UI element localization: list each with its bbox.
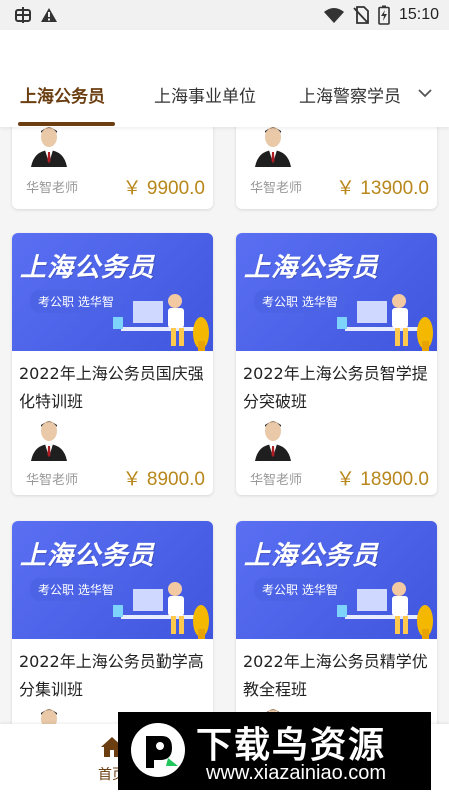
banner-slogan: 考公职 选华智 (254, 578, 346, 601)
course-banner: 上海公务员 考公职 选华智 (12, 521, 213, 639)
course-banner: 上海公务员 考公职 选华智 (236, 233, 437, 351)
course-card[interactable]: 华智老师 ￥ 13900.0 (236, 127, 437, 209)
app-bug-icon (15, 7, 31, 23)
course-price: ￥ 8900.0 (122, 469, 205, 490)
course-card[interactable]: 华智老师 ￥ 9900.0 (12, 127, 213, 209)
teacher-name: 华智老师 (26, 473, 79, 488)
teacher-avatar (255, 421, 291, 461)
header: 上海公务员 上海事业单位 上海警察学员 (0, 30, 449, 127)
banner-slogan: 考公职 选华智 (30, 290, 122, 313)
category-tabs: 上海公务员 上海事业单位 上海警察学员 (0, 82, 449, 112)
tab-shanghai-police-cadet[interactable]: 上海警察学员 (299, 82, 401, 107)
sim-off-icon (353, 6, 369, 24)
teacher-avatar (31, 421, 67, 461)
course-price: ￥ 13900.0 (336, 178, 429, 199)
battery-charging-icon (378, 5, 390, 25)
course-title: 2022年上海公务员勤学高分集训班 (19, 652, 204, 699)
wifi-icon (323, 8, 344, 23)
course-banner: 上海公务员 考公职 选华智 (236, 521, 437, 639)
warning-icon (41, 8, 57, 22)
teacher-name: 华智老师 (250, 181, 303, 196)
course-banner: 上海公务员 考公职 选华智 (12, 233, 213, 351)
teacher-avatar (31, 127, 67, 167)
office-illustration (337, 294, 433, 351)
office-illustration (113, 294, 209, 351)
status-time: 15:10 (398, 6, 439, 23)
watermark-url: www.xiazainiao.com (206, 762, 387, 784)
status-bar: 15:10 (0, 0, 449, 30)
bird-logo-icon (131, 723, 185, 777)
course-title: 2022年上海公务员国庆强化特训班 (19, 364, 204, 411)
tab-shanghai-civil-servant[interactable]: 上海公务员 (20, 82, 105, 107)
chevron-down-icon[interactable] (417, 85, 433, 101)
watermark-overlay: 下载鸟资源 www.xiazainiao.com (118, 712, 431, 790)
course-title: 2022年上海公务员智学提分突破班 (243, 364, 428, 411)
banner-slogan: 考公职 选华智 (30, 578, 122, 601)
course-card[interactable]: 上海公务员 考公职 选华智 2022年上海公务员国庆强化特训班 华智老师 ￥ 8… (12, 233, 213, 495)
course-card[interactable]: 上海公务员 考公职 选华智 2022年上海公务员智学提分突破班 华智老师 ￥ 1… (236, 233, 437, 495)
teacher-name: 华智老师 (26, 181, 79, 196)
office-illustration (113, 582, 209, 639)
office-illustration (337, 582, 433, 639)
course-title: 2022年上海公务员精学优教全程班 (243, 652, 428, 699)
watermark-title: 下载鸟资源 (196, 725, 387, 766)
course-price: ￥ 18900.0 (336, 469, 429, 490)
teacher-avatar (255, 127, 291, 167)
teacher-name: 华智老师 (250, 473, 303, 488)
banner-slogan: 考公职 选华智 (254, 290, 346, 313)
course-price: ￥ 9900.0 (122, 178, 205, 199)
course-list: 华智老师 ￥ 9900.0 华智老师 ￥ 13900.0 上海公务员 考公职 选… (0, 127, 449, 800)
active-tab-indicator (18, 122, 115, 126)
tab-shanghai-public-institution[interactable]: 上海事业单位 (154, 82, 256, 107)
